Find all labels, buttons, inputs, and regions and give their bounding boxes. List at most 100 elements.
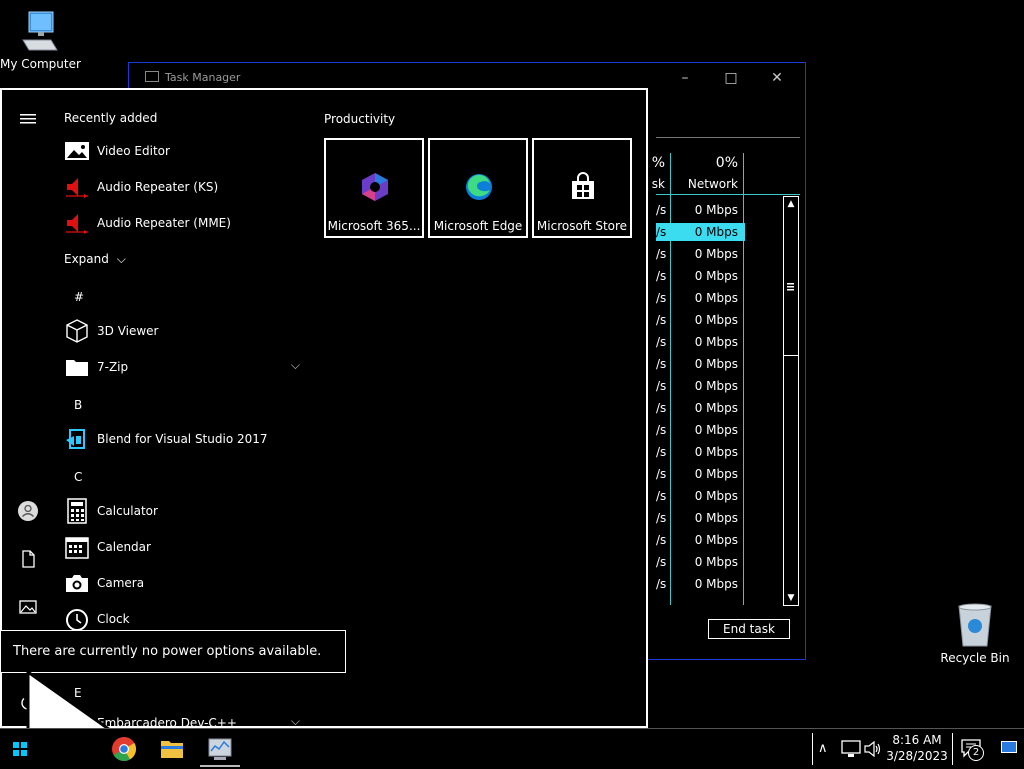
- audio-repeater-icon: [66, 178, 88, 198]
- file-explorer-icon[interactable]: [152, 731, 192, 767]
- desktop-icon-my-computer[interactable]: My Computer: [0, 10, 81, 71]
- app-name: Audio Repeater (KS): [97, 180, 219, 194]
- windows-start-icon[interactable]: [0, 731, 40, 767]
- table-row[interactable]: /s 0 Mbps: [656, 531, 800, 549]
- network-cell: 0 Mbps: [694, 401, 738, 415]
- network-cell: 0 Mbps: [694, 225, 738, 239]
- disk-column-pct: %: [651, 155, 665, 171]
- app-name: Audio Repeater (MME): [97, 216, 231, 230]
- taskbar[interactable]: ∧ 8:16 AM 3/28/2023 2: [0, 728, 1024, 768]
- taskbar-clock[interactable]: 8:16 AM 3/28/2023: [885, 732, 949, 764]
- app-audio-repeater-ks[interactable]: Audio Repeater (KS): [64, 172, 304, 202]
- tile-microsoft-store[interactable]: Microsoft Store: [532, 138, 632, 238]
- table-row[interactable]: /s 0 Mbps: [656, 245, 800, 263]
- desktop-icon-recycle-bin[interactable]: Recycle Bin: [940, 602, 1010, 665]
- blend-icon: [66, 429, 85, 449]
- maximize-icon[interactable]: □: [716, 67, 746, 89]
- table-row[interactable]: /s 0 Mbps: [656, 223, 800, 241]
- table-row[interactable]: /s 0 Mbps: [656, 465, 800, 483]
- table-row[interactable]: /s 0 Mbps: [656, 575, 800, 593]
- recycle-bin-icon: [958, 603, 992, 647]
- network-icon[interactable]: [840, 739, 862, 759]
- table-row[interactable]: /s 0 Mbps: [656, 377, 800, 395]
- chevron-down-icon[interactable]: ⌵: [291, 714, 300, 728]
- network-column-header[interactable]: Network: [674, 177, 738, 191]
- tile-microsoft-365[interactable]: Microsoft 365...: [324, 138, 424, 238]
- table-row[interactable]: /s 0 Mbps: [656, 289, 800, 307]
- network-cell: 0 Mbps: [694, 379, 738, 393]
- app-7-zip[interactable]: 7-Zip ⌵: [64, 352, 304, 382]
- task-manager-titlebar[interactable]: Task Manager – □ ✕: [129, 63, 805, 91]
- table-row[interactable]: /s 0 Mbps: [656, 355, 800, 373]
- volume-icon[interactable]: [863, 739, 883, 759]
- tile-microsoft-edge[interactable]: Microsoft Edge: [428, 138, 528, 238]
- app-audio-repeater-mme[interactable]: Audio Repeater (MME): [64, 208, 304, 238]
- table-row[interactable]: /s 0 Mbps: [656, 201, 800, 219]
- expand-button[interactable]: Expand ⌵: [64, 252, 126, 267]
- app-name: Clock: [97, 612, 130, 626]
- table-row[interactable]: /s 0 Mbps: [656, 421, 800, 439]
- table-row[interactable]: /s 0 Mbps: [656, 487, 800, 505]
- section-letter-c[interactable]: C: [74, 470, 82, 484]
- vertical-scrollbar[interactable]: ▲ ▼: [783, 196, 799, 606]
- my-computer-label: My Computer: [0, 57, 81, 71]
- show-desktop-button[interactable]: [1001, 741, 1017, 753]
- scroll-up-icon[interactable]: ▲: [784, 197, 798, 211]
- tray-divider: [812, 733, 813, 765]
- app-calendar[interactable]: Calendar: [64, 532, 304, 562]
- calculator-icon: [67, 498, 87, 524]
- clock-icon: [66, 609, 88, 631]
- app-name: 7-Zip: [97, 360, 129, 374]
- section-letter-b[interactable]: B: [74, 398, 82, 412]
- table-row[interactable]: /s 0 Mbps: [656, 553, 800, 571]
- documents-icon[interactable]: [17, 548, 39, 570]
- scroll-thumb[interactable]: [784, 213, 798, 356]
- disk-cell: /s: [656, 489, 667, 503]
- table-row[interactable]: /s 0 Mbps: [656, 333, 800, 351]
- user-avatar-icon[interactable]: [17, 500, 39, 522]
- action-center-button[interactable]: 2: [958, 735, 986, 763]
- video-editor-icon: [65, 142, 89, 160]
- disk-cell: /s: [656, 225, 667, 239]
- app-calculator[interactable]: Calculator: [64, 496, 304, 526]
- pictures-icon[interactable]: [17, 596, 39, 618]
- close-icon[interactable]: ✕: [762, 67, 792, 89]
- header-underline: [656, 194, 800, 195]
- task-manager-app-icon: [145, 71, 159, 82]
- calendar-icon: [65, 537, 89, 559]
- folder-icon: [66, 360, 88, 376]
- network-cell: 0 Mbps: [694, 291, 738, 305]
- end-task-button[interactable]: End task: [708, 619, 790, 639]
- minimize-icon[interactable]: –: [670, 67, 700, 89]
- table-row[interactable]: /s 0 Mbps: [656, 509, 800, 527]
- chevron-down-icon[interactable]: ⌵: [291, 358, 300, 373]
- chevron-up-icon[interactable]: ∧: [818, 741, 828, 756]
- expand-label: Expand: [64, 252, 109, 266]
- edge-icon: [466, 174, 492, 200]
- task-manager-taskbar-icon[interactable]: [200, 731, 240, 767]
- app-name: Camera: [97, 576, 145, 590]
- app-name: 3D Viewer: [97, 324, 159, 338]
- table-row[interactable]: /s 0 Mbps: [656, 311, 800, 329]
- table-row[interactable]: /s 0 Mbps: [656, 399, 800, 417]
- hamburger-menu-icon[interactable]: [17, 108, 39, 130]
- section-letter-hash[interactable]: #: [74, 290, 84, 304]
- disk-cell: /s: [656, 533, 667, 547]
- app-camera[interactable]: Camera: [64, 568, 304, 598]
- network-cell: 0 Mbps: [694, 445, 738, 459]
- scroll-down-icon[interactable]: ▼: [784, 591, 798, 605]
- store-icon: [572, 172, 594, 199]
- recycle-bin-label: Recycle Bin: [940, 651, 1010, 665]
- network-cell: 0 Mbps: [694, 247, 738, 261]
- app-blend-vs-2017[interactable]: Blend for Visual Studio 2017: [64, 424, 304, 454]
- table-row[interactable]: /s 0 Mbps: [656, 443, 800, 461]
- app-video-editor[interactable]: Video Editor: [64, 136, 304, 166]
- chrome-icon[interactable]: [104, 731, 144, 767]
- table-row[interactable]: /s 0 Mbps: [656, 267, 800, 285]
- grip-icon: [787, 283, 794, 291]
- disk-cell: /s: [656, 203, 667, 217]
- disk-column-label[interactable]: sk: [649, 177, 665, 191]
- app-3d-viewer[interactable]: 3D Viewer: [64, 316, 304, 346]
- disk-cell: /s: [656, 555, 667, 569]
- recently-added-header: Recently added: [64, 111, 158, 125]
